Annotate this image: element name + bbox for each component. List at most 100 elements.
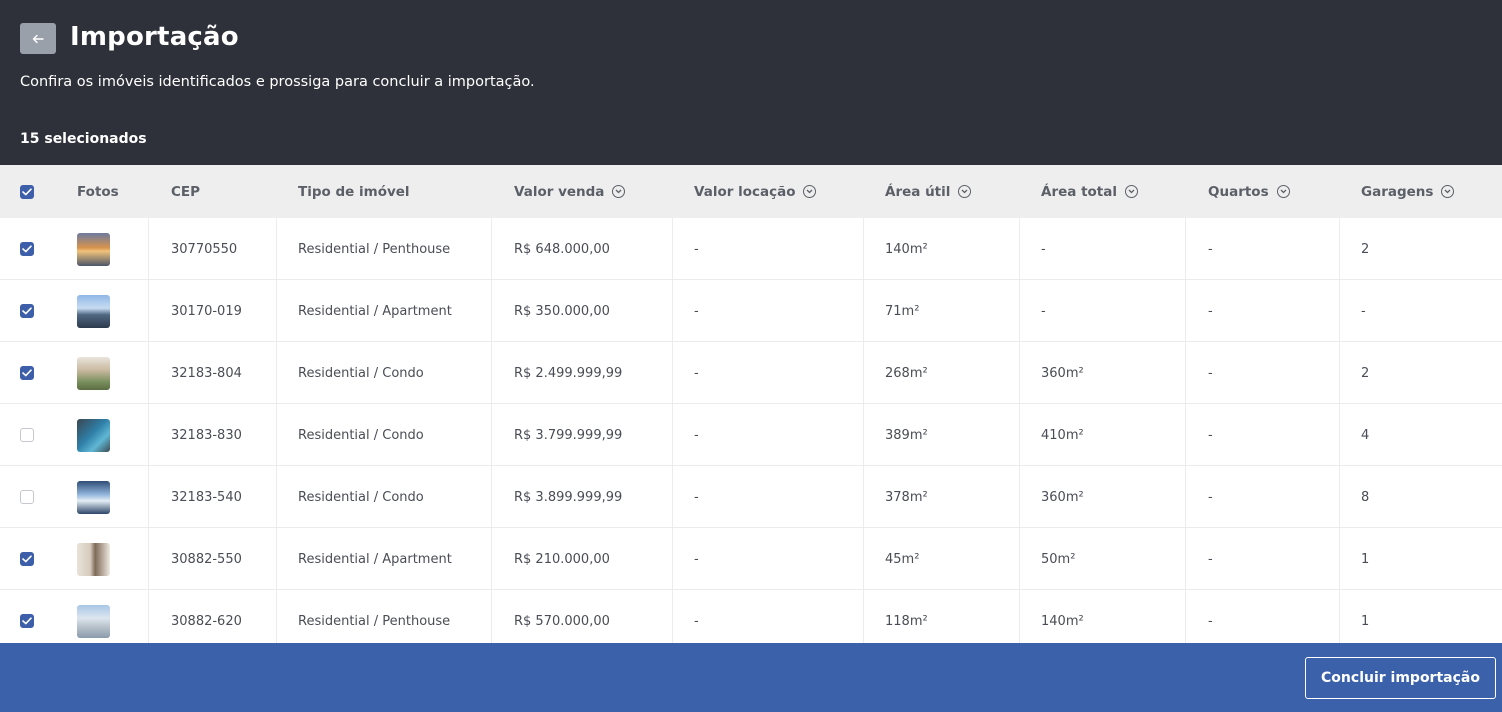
- column-divider: [1019, 590, 1020, 643]
- chevron-down-icon[interactable]: [803, 185, 817, 198]
- column-label: Fotos: [77, 183, 119, 200]
- property-thumbnail[interactable]: [77, 542, 110, 576]
- check-icon: [22, 245, 32, 253]
- column-header-fotos: Fotos: [77, 165, 119, 218]
- area-util-cell: 71m²: [885, 303, 920, 319]
- column-divider: [1185, 528, 1186, 589]
- valor-locacao-cell: -: [694, 489, 699, 505]
- page-header: Importação Confira os imóveis identifica…: [0, 0, 1502, 165]
- table-row[interactable]: 32183-804 Residential / Condo R$ 2.499.999…: [0, 342, 1502, 404]
- column-divider: [148, 528, 149, 589]
- column-divider: [1339, 590, 1340, 643]
- column-divider: [863, 590, 864, 643]
- valor-venda-cell: R$ 350.000,00: [514, 303, 610, 319]
- table-row[interactable]: 30170-019 Residential / Apartment R$ 350.0…: [0, 280, 1502, 342]
- row-checkbox[interactable]: [20, 366, 34, 380]
- cep-cell: 32183-804: [171, 365, 242, 381]
- row-checkbox[interactable]: [20, 304, 34, 318]
- column-divider: [276, 528, 277, 589]
- tipo-cell: Residential / Apartment: [298, 303, 452, 319]
- finish-import-button[interactable]: Concluir importação: [1305, 657, 1496, 699]
- column-header-valor-venda[interactable]: Valor venda: [514, 165, 626, 218]
- area-util-cell: 378m²: [885, 489, 928, 505]
- table-row[interactable]: 30882-550 Residential / Apartment R$ 210.0…: [0, 528, 1502, 590]
- column-divider: [863, 466, 864, 527]
- chevron-down-icon[interactable]: [1276, 185, 1290, 198]
- column-divider: [1339, 404, 1340, 465]
- garagens-cell: 4: [1361, 427, 1370, 443]
- row-checkbox[interactable]: [20, 428, 34, 442]
- valor-locacao-cell: -: [694, 427, 699, 443]
- tipo-cell: Residential / Condo: [298, 489, 424, 505]
- property-thumbnail[interactable]: [77, 604, 110, 638]
- column-header-quartos[interactable]: Quartos: [1208, 165, 1290, 218]
- row-checkbox[interactable]: [20, 242, 34, 256]
- column-divider: [1019, 342, 1020, 403]
- table-body: 30770550 Residential / Penthouse R$ 648.00…: [0, 218, 1502, 643]
- row-checkbox[interactable]: [20, 552, 34, 566]
- select-cell: [20, 218, 34, 280]
- column-divider: [863, 342, 864, 403]
- column-header-valor-locacao[interactable]: Valor locação: [694, 165, 817, 218]
- column-divider: [276, 280, 277, 341]
- row-checkbox[interactable]: [20, 490, 34, 504]
- column-label: Área total: [1041, 183, 1117, 200]
- area-util-cell: 389m²: [885, 427, 928, 443]
- table-row[interactable]: 32183-540 Residential / Condo R$ 3.899.999…: [0, 466, 1502, 528]
- column-divider: [148, 218, 149, 279]
- table-row[interactable]: 32183-830 Residential / Condo R$ 3.799.999…: [0, 404, 1502, 466]
- photo-cell: [77, 528, 110, 590]
- property-thumbnail[interactable]: [77, 480, 110, 514]
- property-thumbnail[interactable]: [77, 356, 110, 390]
- column-divider: [672, 528, 673, 589]
- row-checkbox[interactable]: [20, 614, 34, 628]
- chevron-down-icon[interactable]: [958, 185, 972, 198]
- select-cell: [20, 466, 34, 528]
- property-thumbnail[interactable]: [77, 418, 110, 452]
- column-label: Tipo de imóvel: [298, 183, 410, 200]
- column-divider: [863, 528, 864, 589]
- column-divider: [148, 590, 149, 643]
- area-util-cell: 45m²: [885, 551, 920, 567]
- column-divider: [1339, 466, 1340, 527]
- column-header-area-util[interactable]: Área útil: [885, 165, 972, 218]
- column-divider: [1185, 218, 1186, 279]
- check-icon: [22, 307, 32, 315]
- column-divider: [491, 280, 492, 341]
- photo-cell: [77, 466, 110, 528]
- page-title: Importação: [70, 22, 239, 52]
- column-header-garagens[interactable]: Garagens: [1361, 165, 1455, 218]
- garagens-cell: 8: [1361, 489, 1370, 505]
- column-divider: [1339, 280, 1340, 341]
- table-row[interactable]: 30882-620 Residential / Penthouse R$ 570.0…: [0, 590, 1502, 643]
- property-thumbnail[interactable]: [77, 232, 110, 266]
- column-divider: [1185, 466, 1186, 527]
- area-total-cell: 410m²: [1041, 427, 1084, 443]
- column-header-cep: CEP: [171, 165, 200, 218]
- property-thumbnail[interactable]: [77, 294, 110, 328]
- column-divider: [276, 404, 277, 465]
- chevron-down-icon[interactable]: [612, 185, 626, 198]
- select-cell: [20, 528, 34, 590]
- column-divider: [276, 590, 277, 643]
- quartos-cell: -: [1208, 613, 1213, 629]
- column-header-area-total[interactable]: Área total: [1041, 165, 1138, 218]
- column-divider: [491, 342, 492, 403]
- area-total-cell: 360m²: [1041, 489, 1084, 505]
- column-divider: [672, 404, 673, 465]
- area-util-cell: 140m²: [885, 241, 928, 257]
- cep-cell: 30882-550: [171, 551, 242, 567]
- select-cell: [20, 342, 34, 404]
- back-button[interactable]: [20, 23, 56, 54]
- column-divider: [672, 342, 673, 403]
- column-label: Valor venda: [514, 183, 605, 200]
- chevron-down-icon[interactable]: [1125, 185, 1138, 198]
- photo-cell: [77, 404, 110, 466]
- table-row[interactable]: 30770550 Residential / Penthouse R$ 648.00…: [0, 218, 1502, 280]
- column-divider: [1019, 218, 1020, 279]
- chevron-down-icon[interactable]: [1441, 185, 1455, 198]
- garagens-cell: 2: [1361, 241, 1370, 257]
- column-divider: [1019, 404, 1020, 465]
- select-all-checkbox[interactable]: [20, 184, 34, 199]
- quartos-cell: -: [1208, 241, 1213, 257]
